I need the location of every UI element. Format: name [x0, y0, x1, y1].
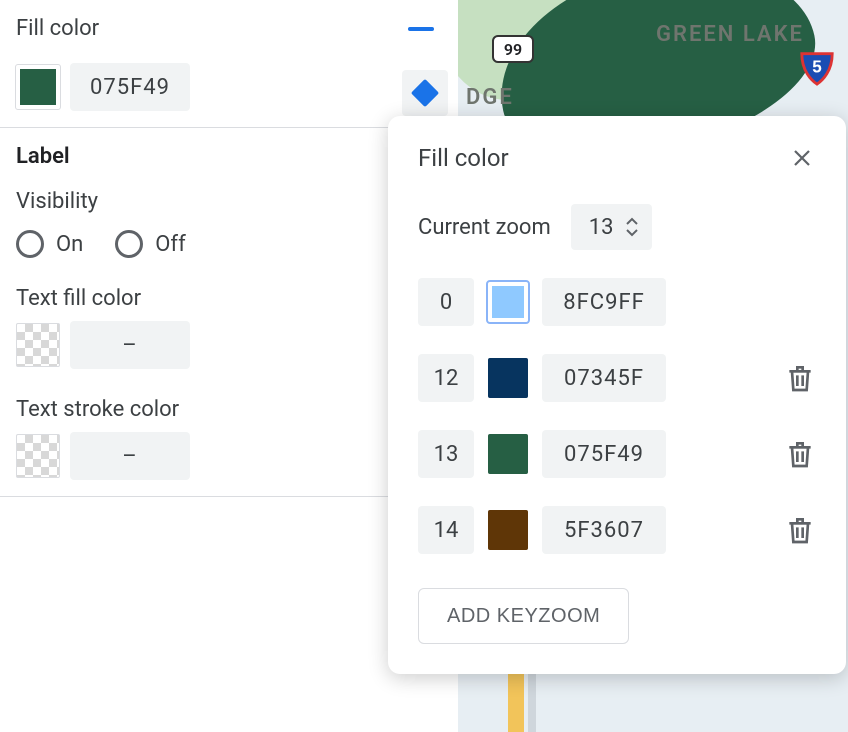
visibility-off-label: Off: [155, 232, 185, 257]
text-stroke-swatch[interactable]: [16, 434, 60, 478]
trash-spacer: [784, 286, 816, 318]
keyzoom-row: 0 8FC9FF: [418, 278, 816, 326]
add-keyzoom-button[interactable]: ADD KEYZOOM: [418, 588, 629, 644]
fill-color-swatch[interactable]: [16, 65, 60, 109]
current-zoom-label: Current zoom: [418, 215, 551, 240]
visibility-label: Visibility: [16, 189, 442, 214]
trash-icon[interactable]: [784, 438, 816, 470]
text-stroke-label: Text stroke color: [16, 397, 442, 422]
fill-color-heading: Fill color: [16, 16, 99, 41]
keyzoom-zoom-field[interactable]: 13: [418, 430, 474, 478]
keyzoom-swatch[interactable]: [488, 434, 528, 474]
keyzoom-zoom-field[interactable]: 14: [418, 506, 474, 554]
interstate-shield-5: 5: [796, 48, 838, 86]
trash-icon[interactable]: [784, 362, 816, 394]
text-fill-label: Text fill color: [16, 286, 442, 311]
fill-color-section: Fill color 075F49: [0, 0, 458, 128]
keyzoom-hex-field[interactable]: 07345F: [542, 354, 666, 402]
stepper-arrows: [624, 217, 640, 237]
fill-color-popover: Fill color Current zoom 13 0 8FC9FF 12 0734…: [388, 116, 846, 674]
minus-icon[interactable]: [408, 27, 434, 31]
text-fill-swatch[interactable]: [16, 323, 60, 367]
keyzoom-row: 14 5F3607: [418, 506, 816, 554]
visibility-radio-group: On Off: [16, 230, 442, 258]
trash-icon[interactable]: [784, 514, 816, 546]
visibility-on-label: On: [56, 232, 83, 257]
visibility-on-radio[interactable]: On: [16, 230, 83, 258]
keyzoom-zoom-field[interactable]: 12: [418, 354, 474, 402]
label-heading: Label: [16, 144, 442, 169]
keyzoom-hex-field[interactable]: 075F49: [542, 430, 666, 478]
keyzoom-row: 13 075F49: [418, 430, 816, 478]
hwy-99-text: 99: [504, 40, 522, 59]
current-zoom-stepper[interactable]: 13: [571, 204, 652, 250]
text-stroke-hex-field[interactable]: –: [70, 432, 190, 480]
keyzoom-row: 12 07345F: [418, 354, 816, 402]
chevron-up-icon[interactable]: [624, 217, 640, 227]
zoom-style-toggle[interactable]: [402, 70, 448, 116]
close-icon[interactable]: [788, 144, 816, 172]
text-fill-hex-field[interactable]: –: [70, 321, 190, 369]
keyzoom-swatch[interactable]: [488, 358, 528, 398]
keyzoom-swatch[interactable]: [488, 282, 528, 322]
chevron-down-icon[interactable]: [624, 227, 640, 237]
keyzoom-list: 0 8FC9FF 12 07345F 13 075F49 14 5F3607: [418, 278, 816, 554]
i5-text: 5: [812, 58, 822, 77]
keyzoom-swatch[interactable]: [488, 510, 528, 550]
radio-icon: [115, 230, 143, 258]
diamond-icon: [411, 79, 439, 107]
current-zoom-value: 13: [589, 215, 614, 240]
map-label-green-lake: GREEN LAKE: [656, 22, 804, 47]
radio-icon: [16, 230, 44, 258]
map-label-ridge: DGE: [458, 85, 514, 110]
keyzoom-hex-field[interactable]: 5F3607: [542, 506, 666, 554]
keyzoom-hex-field[interactable]: 8FC9FF: [542, 278, 666, 326]
popover-title: Fill color: [418, 144, 509, 172]
visibility-off-radio[interactable]: Off: [115, 230, 185, 258]
fill-color-hex-field[interactable]: 075F49: [70, 63, 190, 111]
keyzoom-zoom-field[interactable]: 0: [418, 278, 474, 326]
hwy-shield-99: 99: [492, 35, 534, 63]
